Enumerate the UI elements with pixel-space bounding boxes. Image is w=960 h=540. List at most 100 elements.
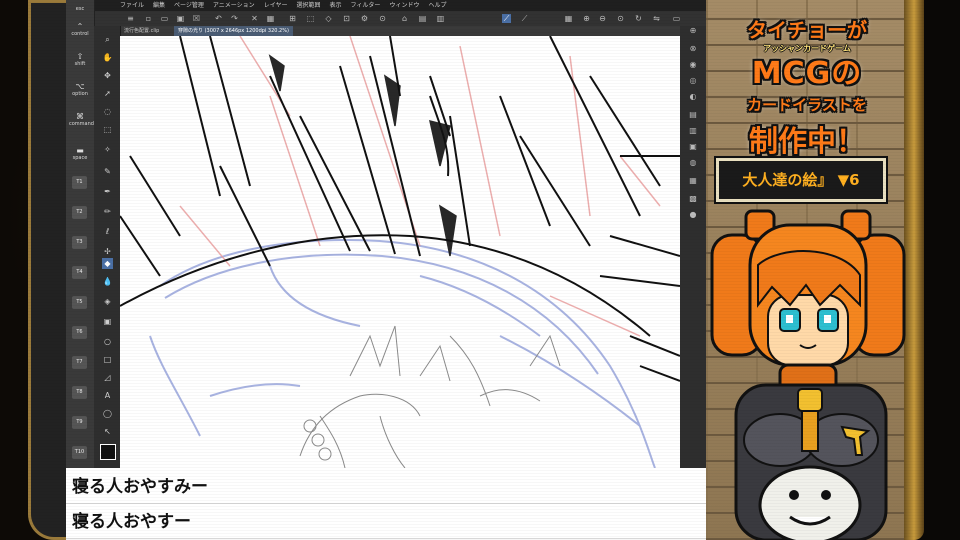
arrow-icon[interactable]: ➚ bbox=[102, 88, 113, 99]
undo-icon[interactable]: ↶ bbox=[214, 14, 223, 23]
line-correct-icon[interactable]: ↖ bbox=[102, 426, 113, 437]
decoration-icon[interactable]: ✢ bbox=[102, 246, 113, 257]
menu-animation[interactable]: アニメーション bbox=[213, 0, 255, 11]
hand-icon[interactable]: ✋ bbox=[102, 52, 113, 63]
rotate-icon[interactable]: ↻ bbox=[634, 14, 643, 23]
deselect-icon[interactable]: ◇ bbox=[324, 14, 333, 23]
menu-window[interactable]: ウィンドウ bbox=[389, 0, 419, 11]
fit-icon[interactable]: ⊙ bbox=[616, 14, 625, 23]
redo-icon[interactable]: ↷ bbox=[230, 14, 239, 23]
lasso-icon[interactable]: ◌ bbox=[102, 106, 113, 117]
open-icon[interactable]: ▭ bbox=[160, 14, 169, 23]
key-t3[interactable]: T3 bbox=[72, 236, 87, 249]
key-t10[interactable]: T10 bbox=[72, 446, 87, 459]
menu-bar: ファイル 編集 ページ管理 アニメーション レイヤー 選択範囲 表示 フィルター ウィンドウ ヘル… bbox=[66, 0, 706, 11]
fill-icon[interactable]: ▦ bbox=[266, 14, 275, 23]
frame-icon[interactable]: □ bbox=[102, 354, 113, 365]
transform-icon[interactable]: ⊞ bbox=[288, 14, 297, 23]
menu-page[interactable]: ページ管理 bbox=[174, 0, 204, 11]
stabilizer-icon[interactable]: ⟋ bbox=[502, 14, 511, 23]
tab-document-2[interactable]: 穿隙の光り (3007 x 2646px 1200dpi 320.2%) bbox=[174, 26, 293, 36]
key-t8[interactable]: T8 bbox=[72, 386, 87, 399]
key-control[interactable]: ⌃ control bbox=[69, 22, 91, 37]
key-command[interactable]: ⌘ command bbox=[69, 112, 94, 127]
control-icon: ⌃ bbox=[76, 22, 84, 31]
color-wheel-icon[interactable]: ◍ bbox=[687, 158, 699, 168]
zoom-icon[interactable]: ⊕ bbox=[687, 26, 699, 36]
menu-selection[interactable]: 選択範囲 bbox=[297, 0, 321, 11]
gradient-icon[interactable]: ▣ bbox=[102, 316, 113, 327]
key-shift-label: shift bbox=[74, 61, 86, 67]
zoom-out-icon[interactable]: ⊖ bbox=[598, 14, 607, 23]
magic-wand-icon[interactable]: ✧ bbox=[102, 144, 113, 155]
key-esc[interactable]: esc bbox=[69, 6, 91, 12]
zoom-in-icon[interactable]: ⊕ bbox=[582, 14, 591, 23]
menu-layer[interactable]: レイヤー bbox=[264, 0, 288, 11]
drawing-canvas[interactable] bbox=[120, 36, 680, 468]
materials-icon[interactable]: ▣ bbox=[687, 142, 699, 152]
layer-icon[interactable]: ▥ bbox=[436, 14, 445, 23]
navigator-icon[interactable]: ◎ bbox=[687, 76, 699, 86]
menu-edit[interactable]: 編集 bbox=[153, 0, 165, 11]
zoom-icon[interactable]: ⌕ bbox=[102, 34, 113, 45]
layers-icon[interactable]: ▥ bbox=[687, 126, 699, 136]
key-option[interactable]: ⌥ option bbox=[69, 82, 91, 97]
key-shift[interactable]: ⇧ shift bbox=[69, 52, 91, 67]
gear-icon[interactable]: ⚙ bbox=[360, 14, 369, 23]
flip-icon[interactable]: ⇋ bbox=[652, 14, 661, 23]
menu-filter[interactable]: フィルター bbox=[351, 0, 381, 11]
balloon-icon[interactable]: ◯ bbox=[102, 408, 113, 419]
menu-icon[interactable]: ≡ bbox=[126, 14, 135, 23]
key-t7[interactable]: T7 bbox=[72, 356, 87, 369]
show-area-icon[interactable]: ⊙ bbox=[378, 14, 387, 23]
document-tabs: 流行色配置.clip 穿隙の光り (3007 x 2646px 1200dpi … bbox=[120, 26, 700, 36]
brush-size-icon[interactable]: ● bbox=[687, 210, 699, 220]
key-t4[interactable]: T4 bbox=[72, 266, 87, 279]
clip-studio-window: ファイル 編集 ページ管理 アニメーション レイヤー 選択範囲 表示 フィルター ウィンドウ ヘル… bbox=[66, 0, 706, 468]
select-all-icon[interactable]: ⬚ bbox=[306, 14, 315, 23]
tab-document-1[interactable]: 流行色配置.clip bbox=[120, 26, 163, 36]
pencil-icon[interactable]: ✏ bbox=[102, 206, 113, 217]
ruler-snap-icon[interactable]: ▤ bbox=[418, 14, 427, 23]
brush-icon[interactable]: ℓ bbox=[102, 226, 113, 237]
delete-icon[interactable]: ⊗ bbox=[687, 44, 699, 54]
key-t1[interactable]: T1 bbox=[72, 176, 87, 189]
curve-icon[interactable]: ⟋ bbox=[520, 14, 529, 23]
clear-icon[interactable]: ✕ bbox=[250, 14, 259, 23]
main-color-swatch[interactable] bbox=[100, 444, 116, 460]
key-t9[interactable]: T9 bbox=[72, 416, 87, 429]
color-slider-icon[interactable]: ▩ bbox=[687, 194, 699, 204]
key-t2[interactable]: T2 bbox=[72, 206, 87, 219]
chat-overlay: 寝る人おやすみー 寝る人おやすー bbox=[66, 468, 706, 540]
right-command-strip: ⊕ ⊗ ◉ ◎ ◐ ▤ ▥ ▣ ◍ ▦ ▩ ● bbox=[680, 26, 706, 468]
snap-icon[interactable]: ⌂ bbox=[400, 14, 409, 23]
fill-bucket-icon[interactable]: ◈ bbox=[102, 296, 113, 307]
menu-help[interactable]: ヘルプ bbox=[428, 0, 446, 11]
layer-property-icon[interactable]: ◉ bbox=[687, 60, 699, 70]
key-t5[interactable]: T5 bbox=[72, 296, 87, 309]
text-icon[interactable]: A bbox=[102, 390, 113, 401]
eyedropper-icon[interactable]: ✎ bbox=[102, 166, 113, 177]
layout-icon[interactable]: ▭ bbox=[672, 14, 681, 23]
invert-icon[interactable]: ⊡ bbox=[342, 14, 351, 23]
close-icon[interactable]: ☒ bbox=[192, 14, 201, 23]
blend-icon[interactable]: 💧 bbox=[102, 276, 113, 287]
key-t6[interactable]: T6 bbox=[72, 326, 87, 339]
space-bar-icon: ▬ bbox=[76, 146, 84, 155]
history-icon[interactable]: ▤ bbox=[687, 110, 699, 120]
sub-view-icon[interactable]: ◐ bbox=[687, 92, 699, 102]
figure-icon[interactable]: ○ bbox=[102, 336, 113, 347]
select-icon[interactable]: ⬚ bbox=[102, 124, 113, 135]
eraser-icon[interactable]: ◆ bbox=[102, 258, 113, 269]
new-file-icon[interactable]: ▫ bbox=[144, 14, 153, 23]
grid-icon[interactable]: ▦ bbox=[564, 14, 573, 23]
menu-file[interactable]: ファイル bbox=[120, 0, 144, 11]
menu-view[interactable]: 表示 bbox=[330, 0, 342, 11]
color-set-icon[interactable]: ▦ bbox=[687, 176, 699, 186]
ruler-icon[interactable]: ◿ bbox=[102, 372, 113, 383]
frame-edge bbox=[904, 0, 960, 540]
key-space[interactable]: ▬ space bbox=[69, 146, 91, 161]
save-icon[interactable]: ▣ bbox=[176, 14, 185, 23]
pen-icon[interactable]: ✒ bbox=[102, 186, 113, 197]
move-icon[interactable]: ✥ bbox=[102, 70, 113, 81]
